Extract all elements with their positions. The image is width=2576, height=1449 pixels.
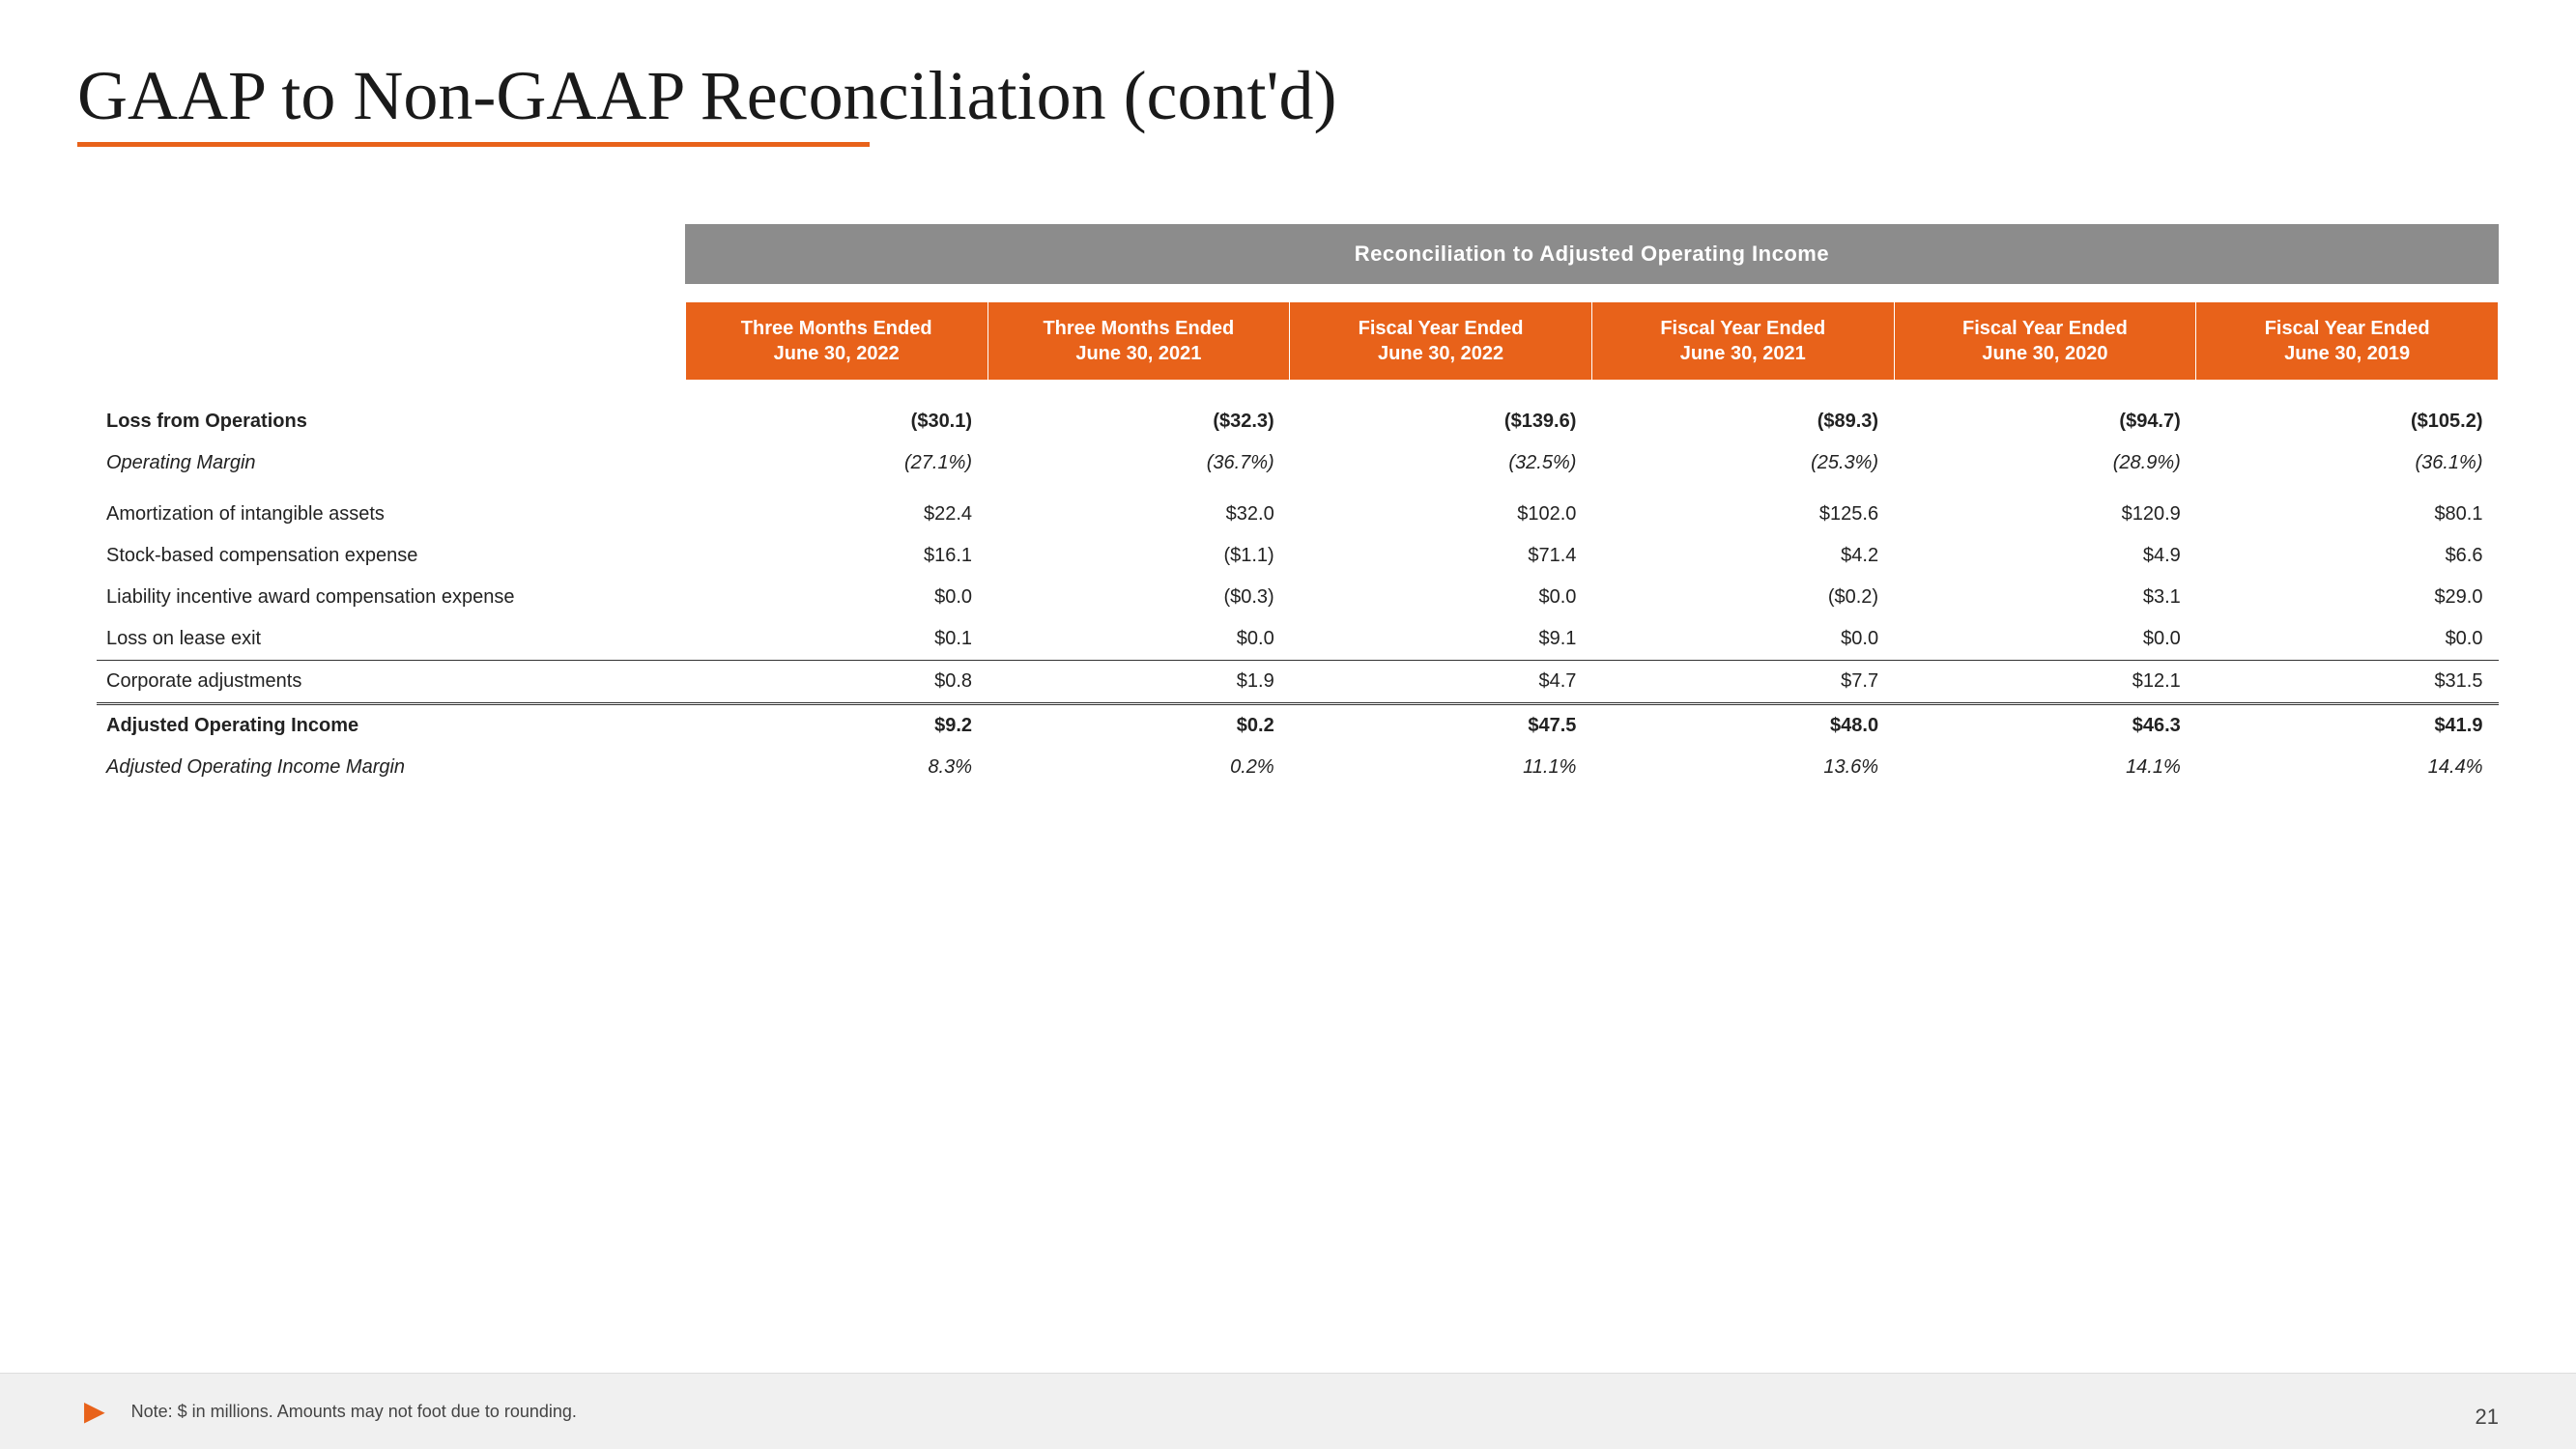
table-row: Amortization of intangible assets$22.4$3… [97, 494, 2499, 535]
row-value: $102.0 [1290, 494, 1592, 535]
row-value: $7.7 [1591, 661, 1894, 704]
row-value: $31.5 [2196, 661, 2499, 704]
row-label: Liability incentive award compensation e… [97, 577, 685, 618]
table-row: Loss on lease exit$0.1$0.0$9.1$0.0$0.0$0… [97, 618, 2499, 661]
row-label: Loss on lease exit [97, 618, 685, 661]
row-value: $0.8 [685, 661, 987, 704]
row-value: ($1.1) [987, 535, 1290, 577]
footer-arrow-icon: ► [77, 1391, 112, 1432]
table-row: Corporate adjustments$0.8$1.9$4.7$7.7$12… [97, 661, 2499, 704]
row-value: 13.6% [1591, 747, 1894, 788]
row-value: $47.5 [1290, 704, 1592, 748]
row-value: $1.9 [987, 661, 1290, 704]
footer-note: Note: $ in millions. Amounts may not foo… [131, 1402, 577, 1422]
col-header-3: Fiscal Year Ended June 30, 2021 [1591, 301, 1894, 380]
row-value: $80.1 [2196, 494, 2499, 535]
row-value: 14.1% [1894, 747, 2196, 788]
page-container: GAAP to Non-GAAP Reconciliation (cont'd)… [0, 0, 2576, 1449]
row-value: $48.0 [1591, 704, 1894, 748]
row-value: $6.6 [2196, 535, 2499, 577]
row-value: $9.2 [685, 704, 987, 748]
row-value: $0.0 [1894, 618, 2196, 661]
row-value: (36.1%) [2196, 442, 2499, 484]
row-value: $4.9 [1894, 535, 2196, 577]
row-value: ($0.2) [1591, 577, 1894, 618]
row-label: Operating Margin [97, 442, 685, 484]
row-value: $22.4 [685, 494, 987, 535]
page-number: 21 [2476, 1405, 2499, 1430]
row-value: $12.1 [1894, 661, 2196, 704]
row-value: $32.0 [987, 494, 1290, 535]
row-value: $0.0 [2196, 618, 2499, 661]
row-value: (32.5%) [1290, 442, 1592, 484]
table-row: Operating Margin(27.1%)(36.7%)(32.5%)(25… [97, 442, 2499, 484]
col-header-4: Fiscal Year Ended June 30, 2020 [1894, 301, 2196, 380]
row-value: $71.4 [1290, 535, 1592, 577]
row-value: $0.0 [685, 577, 987, 618]
row-value: 8.3% [685, 747, 987, 788]
title-section: GAAP to Non-GAAP Reconciliation (cont'd) [77, 58, 2499, 147]
row-value: $46.3 [1894, 704, 2196, 748]
col-header-2: Fiscal Year Ended June 30, 2022 [1290, 301, 1592, 380]
row-value: $9.1 [1290, 618, 1592, 661]
reconciliation-table: Reconciliation to Adjusted Operating Inc… [97, 224, 2499, 788]
row-value: $125.6 [1591, 494, 1894, 535]
row-value: (25.3%) [1591, 442, 1894, 484]
row-value: $3.1 [1894, 577, 2196, 618]
row-label: Loss from Operations [97, 401, 685, 442]
banner-row: Reconciliation to Adjusted Operating Inc… [97, 224, 2499, 284]
col-header-5: Fiscal Year Ended June 30, 2019 [2196, 301, 2499, 380]
row-value: ($32.3) [987, 401, 1290, 442]
table-row: Stock-based compensation expense$16.1($1… [97, 535, 2499, 577]
row-label: Corporate adjustments [97, 661, 685, 704]
row-value: $0.0 [987, 618, 1290, 661]
row-value: $120.9 [1894, 494, 2196, 535]
row-label: Adjusted Operating Income [97, 704, 685, 748]
row-value: ($0.3) [987, 577, 1290, 618]
table-row: Loss from Operations($30.1)($32.3)($139.… [97, 401, 2499, 442]
row-value: ($139.6) [1290, 401, 1592, 442]
table-row: Adjusted Operating Income Margin8.3%0.2%… [97, 747, 2499, 788]
page-title: GAAP to Non-GAAP Reconciliation (cont'd) [77, 58, 2499, 134]
row-value: ($30.1) [685, 401, 987, 442]
col-header-0: Three Months Ended June 30, 2022 [685, 301, 987, 380]
row-value: ($105.2) [2196, 401, 2499, 442]
row-value: 0.2% [987, 747, 1290, 788]
table-banner: Reconciliation to Adjusted Operating Inc… [685, 224, 2498, 284]
row-value: ($94.7) [1894, 401, 2196, 442]
row-value: $4.2 [1591, 535, 1894, 577]
col-header-1: Three Months Ended June 30, 2021 [987, 301, 1290, 380]
row-label: Stock-based compensation expense [97, 535, 685, 577]
row-value: (36.7%) [987, 442, 1290, 484]
title-underline [77, 142, 870, 147]
table-section: Reconciliation to Adjusted Operating Inc… [97, 224, 2499, 788]
column-header-row: Three Months Ended June 30, 2022 Three M… [97, 301, 2499, 380]
footer: ► Note: $ in millions. Amounts may not f… [0, 1373, 2576, 1449]
row-value: ($89.3) [1591, 401, 1894, 442]
row-value: $41.9 [2196, 704, 2499, 748]
row-label: Adjusted Operating Income Margin [97, 747, 685, 788]
row-value: (27.1%) [685, 442, 987, 484]
row-value: $29.0 [2196, 577, 2499, 618]
row-value: $0.1 [685, 618, 987, 661]
row-label: Amortization of intangible assets [97, 494, 685, 535]
row-value: $0.0 [1591, 618, 1894, 661]
table-row: Adjusted Operating Income$9.2$0.2$47.5$4… [97, 704, 2499, 748]
row-value: $4.7 [1290, 661, 1592, 704]
row-value: $16.1 [685, 535, 987, 577]
row-value: (28.9%) [1894, 442, 2196, 484]
row-value: 14.4% [2196, 747, 2499, 788]
row-value: $0.2 [987, 704, 1290, 748]
row-value: $0.0 [1290, 577, 1592, 618]
table-row: Liability incentive award compensation e… [97, 577, 2499, 618]
row-value: 11.1% [1290, 747, 1592, 788]
